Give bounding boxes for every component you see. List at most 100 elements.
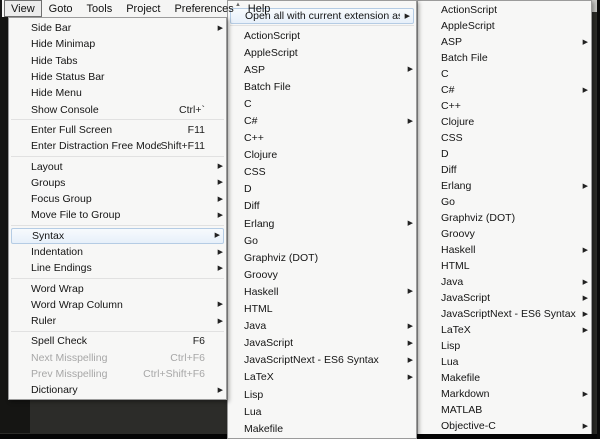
view-menu-item-focus-group[interactable]: Focus Group ▶ bbox=[9, 191, 226, 207]
syntax-menu-item-graphviz-dot[interactable]: Graphviz (DOT) bbox=[228, 249, 416, 266]
syntax-menu-item-erlang[interactable]: Erlang ▶ bbox=[228, 215, 416, 232]
syntax-menu-item-diff[interactable]: Diff bbox=[228, 198, 416, 215]
view-menu-item-spell-check[interactable]: Spell Check F6 bbox=[9, 333, 226, 349]
open-as-menu-item-batch-file[interactable]: Batch File bbox=[418, 50, 591, 66]
menu-item-label: CSS bbox=[244, 166, 266, 179]
syntax-menu-item-haskell[interactable]: Haskell ▶ bbox=[228, 283, 416, 300]
view-menu-item-hide-minimap[interactable]: Hide Minimap bbox=[9, 36, 226, 52]
menu-item-label: Dictionary bbox=[31, 384, 78, 397]
view-menu-item-word-wrap-column[interactable]: Word Wrap Column ▶ bbox=[9, 297, 226, 313]
syntax-menu-item-c[interactable]: C++ bbox=[228, 130, 416, 147]
syntax-menu-item-latex[interactable]: LaTeX ▶ bbox=[228, 369, 416, 386]
menubar-item-tools[interactable]: Tools bbox=[80, 1, 120, 16]
view-menu-item-move-file-to-group[interactable]: Move File to Group ▶ bbox=[9, 207, 226, 223]
syntax-menu-item-lua[interactable]: Lua bbox=[228, 403, 416, 420]
menu-item-label: Go bbox=[244, 234, 259, 247]
menu-item-label: Erlang bbox=[441, 180, 472, 192]
open-as-menu-item-go[interactable]: Go bbox=[418, 194, 591, 210]
open-as-menu-item-lua[interactable]: Lua bbox=[418, 354, 591, 370]
syntax-menu-separator bbox=[230, 25, 414, 26]
syntax-menu-item-c[interactable]: C# ▶ bbox=[228, 112, 416, 129]
view-menu-item-show-console[interactable]: Show Console Ctrl+` bbox=[9, 101, 226, 117]
open-as-menu-item-haskell[interactable]: Haskell ▶ bbox=[418, 242, 591, 258]
open-as-menu-item-groovy[interactable]: Groovy bbox=[418, 226, 591, 242]
open-as-menu-item-html[interactable]: HTML bbox=[418, 258, 591, 274]
syntax-menu-item-css[interactable]: CSS bbox=[228, 164, 416, 181]
menu-item-label: Next Misspelling bbox=[31, 351, 108, 364]
open-as-menu-item-diff[interactable]: Diff bbox=[418, 162, 591, 178]
view-menu-item-hide-menu[interactable]: Hide Menu bbox=[9, 85, 226, 101]
submenu-arrow-icon: ▶ bbox=[217, 211, 223, 219]
menu-item-label: Hide Menu bbox=[31, 87, 82, 100]
shortcut-label: F11 bbox=[187, 123, 205, 136]
syntax-menu-item-c[interactable]: C bbox=[228, 95, 416, 112]
submenu-arrow-icon: ▶ bbox=[217, 248, 223, 256]
menubar-item-goto[interactable]: Goto bbox=[42, 1, 80, 16]
open-as-menu-item-applescript[interactable]: AppleScript bbox=[418, 18, 591, 34]
open-as-menu-item-makefile[interactable]: Makefile bbox=[418, 370, 591, 386]
open-as-menu-item-javascript[interactable]: JavaScript ▶ bbox=[418, 290, 591, 306]
open-as-menu-item-css[interactable]: CSS bbox=[418, 130, 591, 146]
syntax-menu-item-d[interactable]: D bbox=[228, 181, 416, 198]
menu-item-label: Java bbox=[441, 276, 464, 288]
view-menu-item-syntax[interactable]: Syntax ▶ bbox=[11, 227, 224, 244]
open-as-menu-item-asp[interactable]: ASP ▶ bbox=[418, 34, 591, 50]
view-menu-item-line-endings[interactable]: Line Endings ▶ bbox=[9, 260, 226, 276]
submenu-arrow-icon: ▶ bbox=[582, 294, 588, 302]
view-menu-separator bbox=[11, 155, 224, 157]
syntax-menu-item-applescript[interactable]: AppleScript bbox=[228, 44, 416, 61]
view-menu-item-word-wrap[interactable]: Word Wrap bbox=[9, 280, 226, 296]
menu-item-label: Move File to Group bbox=[31, 209, 121, 222]
open-as-menu-item-clojure[interactable]: Clojure bbox=[418, 114, 591, 130]
submenu-arrow-icon: ▶ bbox=[407, 322, 413, 330]
open-as-menu-item-actionscript[interactable]: ActionScript bbox=[418, 2, 591, 18]
syntax-menu-item-javascript[interactable]: JavaScript ▶ bbox=[228, 335, 416, 352]
syntax-menu-item-javascriptnext-es6-syntax[interactable]: JavaScriptNext - ES6 Syntax ▶ bbox=[228, 352, 416, 369]
menu-item-label: C bbox=[244, 97, 252, 110]
open-as-menu-item-c[interactable]: C++ bbox=[418, 98, 591, 114]
syntax-menu-item-java[interactable]: Java ▶ bbox=[228, 318, 416, 335]
syntax-menu-item-asp[interactable]: ASP ▶ bbox=[228, 61, 416, 78]
menu-item-label: ActionScript bbox=[244, 29, 301, 42]
syntax-menu-item-actionscript[interactable]: ActionScript bbox=[228, 27, 416, 44]
open-as-menu-item-erlang[interactable]: Erlang ▶ bbox=[418, 178, 591, 194]
open-as-menu-item-graphviz-dot[interactable]: Graphviz (DOT) bbox=[418, 210, 591, 226]
menu-item-label: JavaScriptNext - ES6 Syntax bbox=[441, 308, 576, 320]
menu-item-label: C bbox=[441, 68, 449, 80]
view-menu-item-side-bar[interactable]: Side Bar ▶ bbox=[9, 20, 226, 36]
open-as-menu-item-c[interactable]: C# ▶ bbox=[418, 82, 591, 98]
view-menu-item-enter-distraction-free-mode[interactable]: Enter Distraction Free Mode Shift+F11 bbox=[9, 138, 226, 154]
open-as-menu-item-latex[interactable]: LaTeX ▶ bbox=[418, 322, 591, 338]
menu-item-label: Clojure bbox=[244, 149, 278, 162]
view-menu-item-dictionary[interactable]: Dictionary ▶ bbox=[9, 382, 226, 398]
open-as-menu-item-d[interactable]: D bbox=[418, 146, 591, 162]
menubar: View Goto Tools Project Preferences Help bbox=[0, 0, 270, 17]
view-menu-item-groups[interactable]: Groups ▶ bbox=[9, 175, 226, 191]
open-as-menu-item-objective-c[interactable]: Objective-C ▶ bbox=[418, 418, 591, 434]
view-menu-item-enter-full-screen[interactable]: Enter Full Screen F11 bbox=[9, 122, 226, 138]
syntax-menu-item-batch-file[interactable]: Batch File bbox=[228, 78, 416, 95]
menubar-item-project[interactable]: Project bbox=[119, 1, 167, 16]
open-as-menu-item-c[interactable]: C bbox=[418, 66, 591, 82]
open-as-menu-item-markdown[interactable]: Markdown ▶ bbox=[418, 386, 591, 402]
open-as-menu-item-javascriptnext-es6-syntax[interactable]: JavaScriptNext - ES6 Syntax ▶ bbox=[418, 306, 591, 322]
view-menu-item-indentation[interactable]: Indentation ▶ bbox=[9, 244, 226, 260]
syntax-menu-item-go[interactable]: Go bbox=[228, 232, 416, 249]
syntax-menu-item-lisp[interactable]: Lisp bbox=[228, 386, 416, 403]
open-as-menu-item-lisp[interactable]: Lisp bbox=[418, 338, 591, 354]
menu-item-label: Word Wrap Column bbox=[31, 298, 123, 311]
view-menu-item-ruler[interactable]: Ruler ▶ bbox=[9, 313, 226, 329]
view-menu-item-hide-status-bar[interactable]: Hide Status Bar bbox=[9, 69, 226, 85]
view-menu-item-layout[interactable]: Layout ▶ bbox=[9, 158, 226, 174]
menubar-item-preferences[interactable]: Preferences bbox=[167, 1, 240, 16]
menu-item-label: Makefile bbox=[441, 372, 481, 384]
menubar-item-view[interactable]: View bbox=[4, 0, 42, 17]
view-menu-item-hide-tabs[interactable]: Hide Tabs bbox=[9, 53, 226, 69]
menubar-item-help[interactable]: Help bbox=[241, 1, 278, 16]
syntax-menu-item-makefile[interactable]: Makefile bbox=[228, 420, 416, 437]
syntax-menu-item-clojure[interactable]: Clojure bbox=[228, 147, 416, 164]
syntax-menu-item-html[interactable]: HTML bbox=[228, 301, 416, 318]
open-as-menu-item-matlab[interactable]: MATLAB bbox=[418, 402, 591, 418]
syntax-menu-item-groovy[interactable]: Groovy bbox=[228, 266, 416, 283]
open-as-menu-item-java[interactable]: Java ▶ bbox=[418, 274, 591, 290]
